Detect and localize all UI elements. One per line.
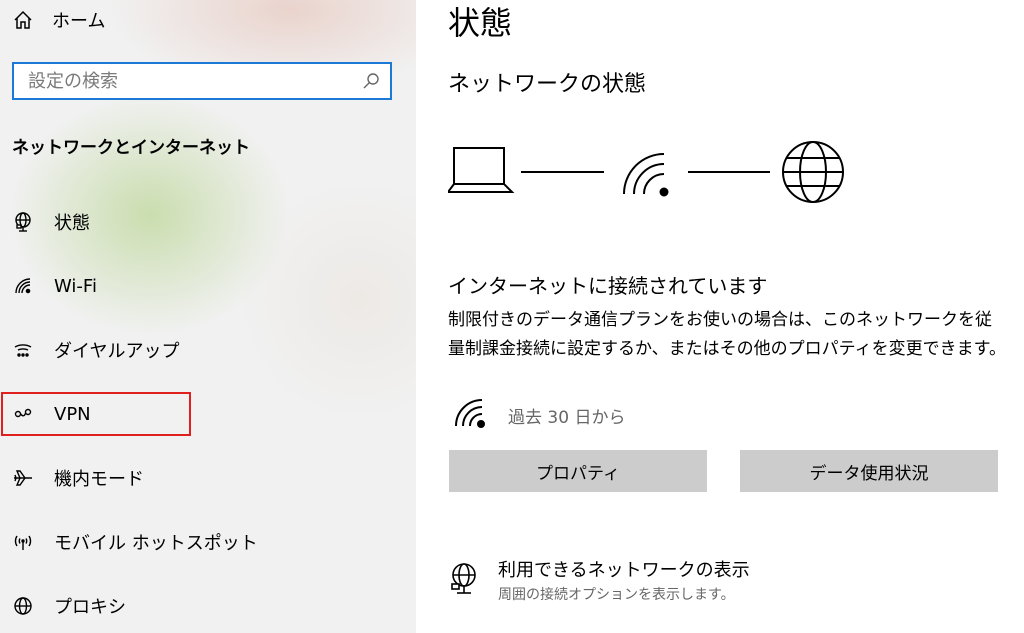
- available-networks-subtitle: 周囲の接続オプションを表示します。: [498, 587, 735, 603]
- home-icon: [12, 9, 34, 31]
- network-status-heading: ネットワークの状態: [448, 72, 647, 97]
- data-usage-button[interactable]: データ使用状況: [740, 450, 998, 492]
- section-title: ネットワークとインターネット: [12, 138, 250, 158]
- home-link[interactable]: ホーム: [12, 6, 105, 34]
- usage-period-text: 過去 30 日から: [508, 407, 626, 428]
- network-diagram: [446, 140, 848, 214]
- sidebar-item-dialup[interactable]: ダイヤルアップ: [0, 330, 416, 370]
- sidebar-item-label: 状態: [54, 213, 90, 234]
- search-icon[interactable]: [362, 72, 380, 90]
- sidebar-item-airplane[interactable]: 機内モード: [0, 458, 416, 498]
- laptop-icon: [446, 147, 515, 193]
- sidebar-item-proxy[interactable]: プロキシ: [0, 586, 416, 626]
- airplane-icon: [12, 467, 34, 489]
- sidebar-item-wifi[interactable]: Wi-Fi: [0, 266, 416, 306]
- sidebar: ホーム ネットワークとインターネット 状態 Wi-Fi: [0, 0, 416, 633]
- data-usage-summary: 過去 30 日から: [452, 396, 625, 434]
- wifi-icon: [12, 275, 34, 297]
- wifi-usage-icon: [452, 396, 486, 434]
- hotspot-icon: [12, 531, 34, 553]
- globe-network-icon: [12, 211, 34, 233]
- sidebar-item-label: 機内モード: [54, 469, 144, 490]
- wifi-signal-icon: [623, 153, 669, 197]
- globe-icon: [12, 595, 34, 617]
- internet-globe-icon: [782, 141, 844, 203]
- sidebar-item-label: ダイヤルアップ: [54, 341, 180, 362]
- globe-network-icon: [448, 562, 480, 596]
- dialup-icon: [12, 339, 34, 361]
- page-title: 状態: [448, 4, 513, 42]
- vpn-highlight-box: [1, 392, 191, 436]
- connection-description: 制限付きのデータ通信プランをお使いの場合は、このネットワークを従量制課金接続に設…: [448, 310, 1006, 359]
- search-input[interactable]: [14, 64, 368, 98]
- available-networks-title: 利用できるネットワークの表示: [498, 560, 750, 581]
- sidebar-item-label: モバイル ホットスポット: [54, 533, 258, 554]
- sidebar-item-label: Wi-Fi: [54, 275, 97, 297]
- home-label: ホーム: [52, 11, 106, 32]
- sidebar-item-status[interactable]: 状態: [0, 202, 416, 242]
- sidebar-item-label: プロキシ: [54, 597, 126, 618]
- connected-status-text: インターネットに接続されています: [448, 274, 768, 298]
- search-box[interactable]: [12, 62, 392, 100]
- main-content: 状態 ネットワークの状態 インターネットに接続されています 制限付きのデータ通信…: [416, 0, 1024, 633]
- properties-button[interactable]: プロパティ: [449, 450, 707, 492]
- sidebar-item-hotspot[interactable]: モバイル ホットスポット: [0, 522, 416, 562]
